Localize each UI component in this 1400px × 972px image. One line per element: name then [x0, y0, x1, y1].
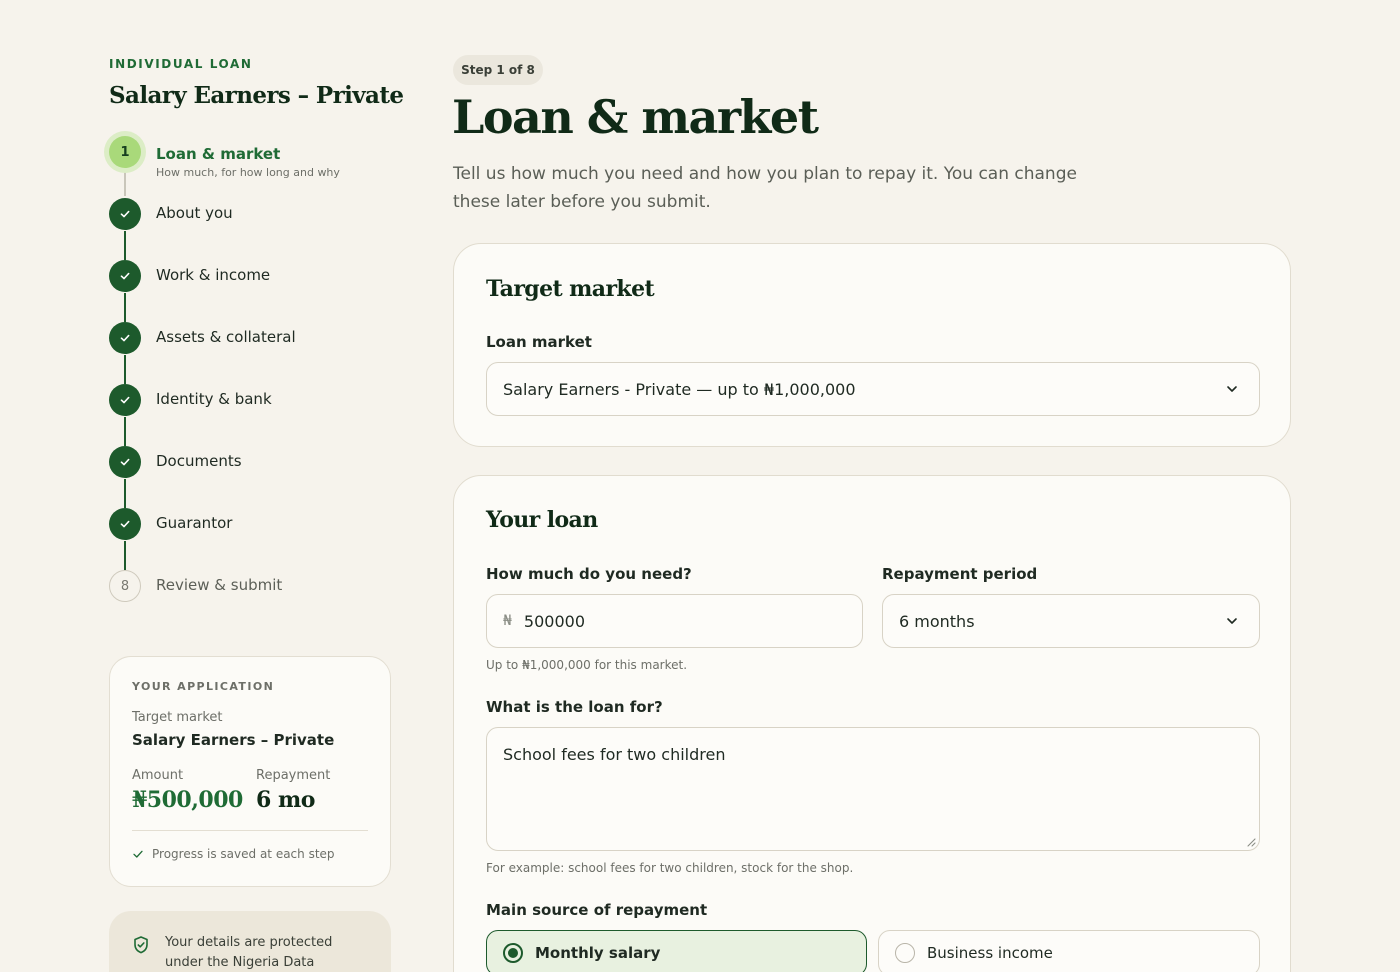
- repayment-period-label: Repayment period: [882, 565, 1038, 583]
- repayment-source-label: Main source of repayment: [486, 901, 708, 919]
- purpose-label: What is the loan for?: [486, 698, 663, 716]
- step-label: Loan & market: [156, 145, 281, 163]
- radio-monthly-salary[interactable]: Monthly salary: [486, 930, 867, 972]
- loan-type-eyebrow: INDIVIDUAL LOAN: [109, 57, 253, 71]
- summary-caption: YOUR APPLICATION: [132, 680, 275, 693]
- your-loan-card: Your loan How much do you need? ₦ 500000…: [453, 475, 1291, 972]
- page-title: Loan & market: [452, 90, 819, 144]
- target-market-title: Target market: [486, 276, 655, 302]
- step-sublabel: How much, for how long and why: [156, 166, 340, 179]
- chevron-down-icon: [1227, 386, 1237, 392]
- repayment-period-value: 6 months: [899, 611, 975, 631]
- step-label: Identity & bank: [156, 390, 272, 408]
- repayment-value: 6 mo: [256, 787, 315, 813]
- amount-hint: Up to ₦1,000,000 for this market.: [486, 658, 688, 672]
- checkmark-icon: [109, 508, 141, 540]
- step-label: Review & submit: [156, 576, 283, 594]
- step-label: Work & income: [156, 266, 271, 284]
- step-loan-market[interactable]: 1 Loan & market How much, for how long a…: [109, 136, 391, 179]
- protection-text: Your details are protected under the Nig…: [165, 935, 333, 970]
- loan-market-value: Salary Earners - Private — up to ₦1,000,…: [503, 379, 856, 399]
- step-label: Assets & collateral: [156, 328, 296, 346]
- radio-business-income[interactable]: Business income: [878, 930, 1260, 972]
- checkmark-icon: [109, 384, 141, 416]
- amount-value: 500000: [523, 611, 585, 631]
- your-loan-title: Your loan: [486, 507, 598, 533]
- data-protection-card: Your details are protected under the Nig…: [109, 911, 391, 972]
- check-icon: [133, 850, 143, 858]
- step-guarantor[interactable]: Guarantor: [109, 508, 391, 548]
- step-label: Documents: [156, 452, 242, 470]
- step-indicator-pill: Step 1 of 8: [453, 55, 543, 85]
- target-market-value: Salary Earners – Private: [132, 731, 335, 749]
- amount-input[interactable]: ₦ 500000: [486, 594, 863, 648]
- purpose-textarea[interactable]: School fees for two children: [486, 727, 1260, 851]
- purpose-value: School fees for two children: [503, 745, 726, 764]
- application-summary-card: YOUR APPLICATION Target market Salary Ea…: [109, 656, 391, 887]
- amount-label: How much do you need?: [486, 565, 692, 583]
- radio-label: Business income: [927, 944, 1053, 962]
- step-number-badge: 8: [109, 570, 141, 602]
- step-work-income[interactable]: Work & income: [109, 260, 391, 300]
- repayment-label: Repayment: [256, 768, 331, 783]
- loan-product-title: Salary Earners – Private: [109, 82, 404, 109]
- resize-handle-icon[interactable]: [1246, 837, 1256, 847]
- target-market-card: Target market Loan market Salary Earners…: [453, 243, 1291, 447]
- target-market-label: Target market: [132, 710, 223, 725]
- step-assets-collateral[interactable]: Assets & collateral: [109, 322, 391, 362]
- radio-selected-icon: [503, 943, 523, 963]
- repayment-period-select[interactable]: 6 months: [882, 594, 1260, 648]
- naira-icon: ₦: [503, 613, 512, 629]
- loan-market-select[interactable]: Salary Earners - Private — up to ₦1,000,…: [486, 362, 1260, 416]
- step-about-you[interactable]: About you: [109, 198, 391, 238]
- step-identity-bank[interactable]: Identity & bank: [109, 384, 391, 424]
- step-review-submit[interactable]: 8 Review & submit: [109, 570, 391, 610]
- step-documents[interactable]: Documents: [109, 446, 391, 486]
- loan-market-label: Loan market: [486, 333, 592, 351]
- divider: [132, 830, 368, 831]
- chevron-down-icon: [1227, 618, 1237, 624]
- page-description: Tell us how much you need and how you pl…: [453, 164, 1077, 212]
- radio-label: Monthly salary: [535, 944, 661, 962]
- amount-value: ₦500,000: [132, 787, 243, 813]
- checkmark-icon: [109, 446, 141, 478]
- step-number-badge: 1: [109, 136, 141, 168]
- saved-note: Progress is saved at each step: [132, 847, 335, 861]
- shield-icon: [134, 936, 148, 954]
- step-label: Guarantor: [156, 514, 233, 532]
- step-label: About you: [156, 204, 233, 222]
- amount-label: Amount: [132, 768, 184, 783]
- radio-unselected-icon: [895, 943, 915, 963]
- saved-note-text: Progress is saved at each step: [152, 847, 335, 861]
- checkmark-icon: [109, 260, 141, 292]
- checkmark-icon: [109, 322, 141, 354]
- checkmark-icon: [109, 198, 141, 230]
- purpose-hint: For example: school fees for two childre…: [486, 861, 854, 875]
